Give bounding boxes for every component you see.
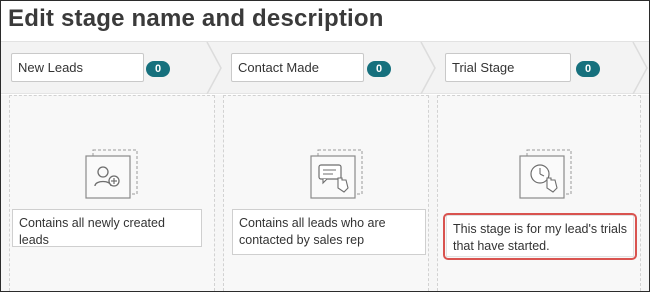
stage-count-badge-new-leads: 0 — [146, 61, 170, 77]
user-add-icon — [85, 149, 138, 199]
stage-chevron-icon — [206, 42, 222, 94]
highlight-outline — [443, 213, 637, 260]
stage-header-bar: New Leads 0 Contact Made 0 Trial Stage 0 — [1, 42, 649, 94]
chat-tap-icon — [310, 149, 363, 199]
stage-chevron-icon — [420, 42, 436, 94]
stage-count-badge-trial-stage: 0 — [576, 61, 600, 77]
stage-name-input-trial-stage[interactable]: Trial Stage — [445, 53, 571, 82]
stage-chevron-icon — [632, 42, 648, 94]
stage-description-contact-made[interactable]: Contains all leads who are contacted by … — [232, 209, 426, 255]
page-title: Edit stage name and description — [8, 5, 384, 32]
stage-description-new-leads[interactable]: Contains all newly created leads — [12, 209, 202, 247]
stage-name-input-new-leads[interactable]: New Leads — [11, 53, 144, 82]
timer-tap-icon — [519, 149, 572, 199]
stage-count-badge-contact-made: 0 — [367, 61, 391, 77]
stage-name-input-contact-made[interactable]: Contact Made — [231, 53, 364, 82]
